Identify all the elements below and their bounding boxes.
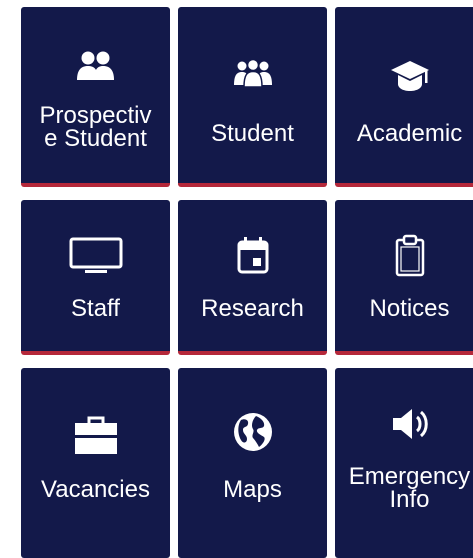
tile-label: Vacancies (41, 476, 150, 503)
tile-academic[interactable]: Academic (335, 7, 473, 187)
tile-prospective-student[interactable]: Prospectiv e Student (21, 7, 170, 187)
tile-notices[interactable]: Notices (335, 200, 473, 355)
briefcase-icon (21, 414, 170, 456)
tile-label: Research (201, 295, 304, 322)
tile-label: Notices (369, 295, 450, 322)
menu-grid: Prospectiv e Student Student Academic St… (0, 0, 473, 558)
calendar-icon (178, 236, 327, 274)
globe-icon (178, 410, 327, 454)
tile-label: Academic (356, 120, 463, 147)
tile-student[interactable]: Student (178, 7, 327, 187)
tile-maps[interactable]: Maps (178, 368, 327, 558)
users-icon (178, 59, 327, 87)
people-group-icon (21, 49, 170, 83)
tile-label: Prospectiv e Student (39, 102, 152, 152)
tile-label: Staff (71, 295, 120, 322)
clipboard-icon (335, 233, 473, 277)
tile-vacancies[interactable]: Vacancies (21, 368, 170, 558)
tile-research[interactable]: Research (178, 200, 327, 355)
speaker-icon (335, 404, 473, 444)
tile-emergency-info[interactable]: Emergency Info (335, 368, 473, 558)
monitor-icon (21, 237, 170, 275)
tile-label: Emergency Info (348, 463, 471, 513)
tile-label: Student (211, 120, 294, 147)
graduation-cap-icon (335, 59, 473, 93)
tile-staff[interactable]: Staff (21, 200, 170, 355)
tile-label: Maps (223, 476, 282, 503)
